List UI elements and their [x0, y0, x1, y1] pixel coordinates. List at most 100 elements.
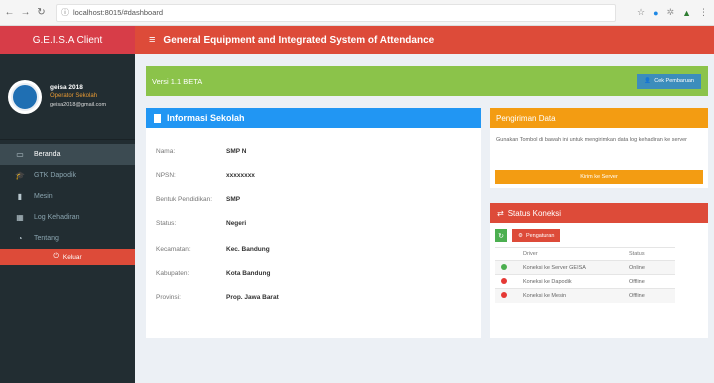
page-title: General Equipment and Integrated System …	[163, 34, 435, 46]
info-row-bentuk-pendidikan: Bentuk Pendidikan: SMP	[156, 196, 240, 203]
user-email: geisa2018@gmail.com	[50, 102, 107, 108]
sidebar-item-mesin[interactable]: ▮ Mesin	[0, 186, 135, 207]
user-panel: geisa 2018 Operator Sekolah geisa2018@gm…	[0, 54, 135, 140]
sidebar-item-log-kehadiran[interactable]: ▦ Log Kehadiran	[0, 207, 135, 228]
info-label: Kabupaten:	[156, 270, 190, 277]
info-value: Kota Bandung	[226, 270, 271, 277]
sidebar-item-label: Beranda	[34, 151, 61, 158]
connection-table: Driver Status Koneksi ke Server GEISA On…	[495, 247, 675, 303]
settings-label: Pengaturan	[525, 232, 555, 239]
info-label: Bentuk Pendidikan:	[156, 196, 213, 203]
check-update-label: Cek Pembaruan	[654, 78, 694, 84]
info-value: Prop. Jawa Barat	[226, 294, 279, 301]
gear-icon: ⚙	[518, 232, 523, 239]
about-icon: ◔	[17, 234, 23, 243]
info-value: SMP N	[226, 148, 247, 155]
info-row-provinsi: Provinsi: Prop. Jawa Barat	[156, 294, 279, 301]
extension-icons: ☆ ● ✲ ▲ ⋮	[637, 7, 708, 18]
user-name: geisa 2018	[50, 84, 83, 91]
browser-toolbar: ← → ↻ ⓘ localhost:8015/#dashboard ☆ ● ✲ …	[0, 0, 714, 26]
extension-green-icon[interactable]: ▲	[682, 8, 691, 18]
table-row: Koneksi ke Server GEISA Online	[495, 260, 675, 275]
table-header-row: Driver Status	[495, 247, 675, 261]
address-bar[interactable]: ⓘ localhost:8015/#dashboard	[56, 3, 616, 22]
driver-cell: Koneksi ke Server GEISA	[517, 260, 623, 275]
back-icon[interactable]: ←	[3, 7, 16, 18]
driver-cell: Koneksi ke Mesin	[517, 288, 623, 303]
log-icon: ▦	[16, 213, 24, 222]
graduation-cap-icon: 🎓	[15, 171, 25, 180]
send-data-description: Gunakan Tombol di bawah ini untuk mengir…	[496, 137, 687, 143]
info-label: Kecamatan:	[156, 246, 191, 253]
school-info-card: Informasi Sekolah Nama: SMP N NPSN: xxxx…	[146, 108, 481, 338]
extension-blue-icon[interactable]: ●	[653, 8, 658, 18]
school-info-title-text: Informasi Sekolah	[167, 113, 245, 123]
info-value: Negeri	[226, 220, 247, 227]
info-value: SMP	[226, 196, 241, 203]
table-row: Koneksi ke Dapodik Offline	[495, 274, 675, 289]
connection-status-title: ⇄ Status Koneksi	[497, 203, 561, 223]
school-info-title: Informasi Sekolah	[146, 108, 245, 128]
power-icon: ⏻	[53, 253, 59, 260]
hamburger-icon[interactable]: ≡	[149, 34, 155, 46]
top-header: ≡ General Equipment and Integrated Syste…	[135, 26, 714, 54]
info-value: xxxxxxxx	[226, 172, 255, 179]
menu-dots-icon[interactable]: ⋮	[699, 7, 708, 18]
info-label: Provinsi:	[156, 294, 181, 301]
info-label: Nama:	[156, 148, 176, 155]
column-header-status: Status	[623, 247, 675, 261]
logout-label: Keluar	[62, 253, 82, 261]
status-dot-cell	[495, 260, 517, 275]
device-icon: ▮	[17, 192, 23, 201]
star-icon[interactable]: ☆	[637, 7, 645, 18]
table-row: Koneksi ke Mesin Offline	[495, 288, 675, 303]
connection-status-title-text: Status Koneksi	[507, 208, 562, 218]
info-icon[interactable]: ⓘ	[61, 7, 69, 18]
info-row-nama: Nama: SMP N	[156, 148, 246, 155]
info-row-kecamatan: Kecamatan: Kec. Bandung	[156, 246, 270, 253]
connection-status-card: ⇄ Status Koneksi ↻ ⚙ Pengaturan Driver S…	[490, 203, 708, 338]
status-cell: Offline	[623, 274, 675, 289]
indicator-column	[495, 247, 517, 261]
bookmark-icon	[154, 113, 161, 123]
status-offline-icon	[501, 291, 507, 298]
info-row-status: Status: Negeri	[156, 220, 246, 227]
version-label: Versi 1.1 BETA	[152, 76, 203, 86]
info-row-npsn: NPSN: xxxxxxxx	[156, 172, 255, 179]
forward-icon[interactable]: →	[19, 7, 32, 18]
send-data-title: Pengiriman Data	[496, 113, 556, 123]
sidebar-item-tentang[interactable]: ◔ Tentang	[0, 228, 135, 249]
status-cell: Online	[623, 260, 675, 275]
logout-button[interactable]: ⏻ Keluar	[0, 249, 135, 265]
brand-logo[interactable]: G.E.I.S.A Client	[0, 26, 135, 54]
sidebar-item-beranda[interactable]: ▭ Beranda	[0, 144, 135, 165]
status-offline-icon	[501, 277, 507, 284]
info-row-kabupaten: Kabupaten: Kota Bandung	[156, 270, 270, 277]
driver-cell: Koneksi ke Dapodik	[517, 274, 623, 289]
settings-button[interactable]: ⚙ Pengaturan	[512, 229, 561, 242]
send-to-server-button[interactable]: Kirim ke Server	[495, 170, 703, 184]
status-dot-cell	[495, 288, 517, 303]
sidebar-item-gtk-dapodik[interactable]: 🎓 GTK Dapodik	[0, 165, 135, 186]
extension-gear-icon[interactable]: ✲	[667, 7, 675, 18]
version-banner: Versi 1.1 BETA 👤 Cek Pembaruan	[146, 66, 708, 96]
user-info: geisa 2018 Operator Sekolah geisa2018@gm…	[50, 83, 106, 110]
monitor-icon: ▭	[16, 150, 24, 159]
column-header-driver: Driver	[517, 247, 623, 261]
sidebar-item-label: Log Kehadiran	[34, 214, 80, 221]
exchange-icon: ⇄	[497, 208, 504, 218]
info-label: Status:	[156, 220, 177, 227]
refresh-button[interactable]: ↻	[495, 229, 507, 242]
user-icon: 👤	[644, 78, 652, 84]
check-update-button[interactable]: 👤 Cek Pembaruan	[637, 73, 701, 89]
status-cell: Offline	[623, 288, 675, 303]
avatar	[8, 79, 42, 114]
refresh-icon: ↻	[498, 232, 504, 240]
url-text: localhost:8015/#dashboard	[73, 8, 164, 17]
avatar-icon	[11, 82, 39, 111]
user-role: Operator Sekolah	[50, 93, 98, 99]
sidebar: G.E.I.S.A Client geisa 2018 Operator Sek…	[0, 26, 135, 383]
sidebar-menu: ▭ Beranda 🎓 GTK Dapodik ▮ Mesin ▦ Log Ke…	[0, 144, 135, 265]
reload-icon[interactable]: ↻	[35, 7, 48, 18]
send-data-card: Pengiriman Data Gunakan Tombol di bawah …	[490, 108, 708, 188]
